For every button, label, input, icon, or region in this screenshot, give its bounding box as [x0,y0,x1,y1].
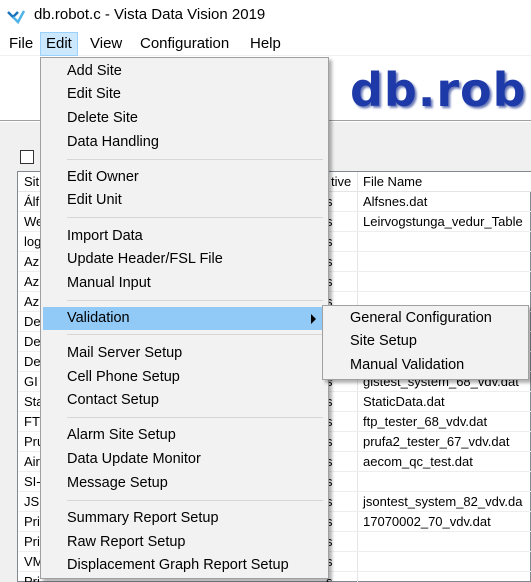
menu-separator [67,159,323,160]
edit-menu: Add Site Edit Site Delete Site Data Hand… [40,57,329,579]
header-site[interactable]: Sit [24,174,39,189]
menu-item-edit-owner[interactable]: Edit Owner [43,166,139,189]
menu-item-contact-setup[interactable]: Contact Setup [43,389,159,412]
header-active[interactable]: tive [331,174,351,189]
cell-active: s [326,394,333,409]
window-title: db.robot.c - Vista Data Vision 2019 [34,6,266,23]
menu-item-manual-validation[interactable]: Manual Validation [325,354,526,377]
cell-file-name: Leirvogstunga_vedur_Table [363,214,523,229]
menu-separator [67,500,323,501]
menu-item-displacement-graph-report-setup[interactable]: Displacement Graph Report Setup [43,554,289,577]
menu-item-edit-site[interactable]: Edit Site [43,83,121,106]
title-bar: db.robot.c - Vista Data Vision 2019 [0,0,531,32]
cell-active: s [326,194,333,209]
menu-item-manual-input[interactable]: Manual Input [43,272,151,295]
cell-active: s [326,514,333,529]
cell-file-name: aecom_qc_test.dat [363,454,473,469]
menu-separator [67,300,323,301]
menu-item-cell-phone-setup[interactable]: Cell Phone Setup [43,366,180,389]
cell-active: s [326,234,333,249]
menu-item-summary-report-setup[interactable]: Summary Report Setup [43,507,219,530]
submenu-arrow-icon [311,314,316,324]
menu-item-alarm-site-setup[interactable]: Alarm Site Setup [43,424,176,447]
menu-item-validation-label: Validation [67,310,130,326]
menu-item-data-handling[interactable]: Data Handling [43,131,159,154]
cell-file-name: 17070002_70_vdv.dat [363,514,491,529]
cell-active: s [326,574,333,582]
validation-submenu: General Configuration Site Setup Manual … [322,305,529,380]
menu-separator [67,217,323,218]
menu-item-add-site[interactable]: Add Site [43,60,122,83]
db-robot-logo: db.rob [350,63,527,117]
menu-item-data-update-monitor[interactable]: Data Update Monitor [43,448,201,471]
cell-file-name: jsontest_system_82_vdv.da [363,494,523,509]
menu-item-update-header[interactable]: Update Header/FSL File [43,248,223,271]
cell-active: s [326,434,333,449]
menu-separator [67,334,323,335]
cell-active: s [326,474,333,489]
menu-item-site-setup[interactable]: Site Setup [325,330,526,353]
cell-active: s [326,494,333,509]
select-all-checkbox[interactable] [20,150,34,164]
header-file-name[interactable]: File Name [363,174,422,189]
app-logo-icon [7,10,26,25]
menu-item-raw-report-setup[interactable]: Raw Report Setup [43,531,185,554]
menu-bar: File Edit View Configuration Help [0,32,531,56]
cell-active: s [326,534,333,549]
menu-item-message-setup[interactable]: Message Setup [43,472,168,495]
menu-file[interactable]: File [4,32,38,56]
cell-file-name: ftp_tester_68_vdv.dat [363,414,488,429]
menu-item-delete-site[interactable]: Delete Site [43,107,138,130]
cell-active: s [326,274,333,289]
cell-active: s [326,414,333,429]
cell-file-name: StaticData.dat [363,394,445,409]
menu-edit[interactable]: Edit [40,32,78,56]
cell-active: s [326,214,333,229]
menu-configuration[interactable]: Configuration [135,32,234,56]
menu-item-import-data[interactable]: Import Data [43,225,143,248]
cell-file-name: Alfsnes.dat [363,194,428,209]
cell-active: s [326,254,333,269]
menu-item-mail-server-setup[interactable]: Mail Server Setup [43,342,182,365]
cell-file-name: prufa2_tester_67_vdv.dat [363,434,510,449]
cell-active: s [326,454,333,469]
menu-help[interactable]: Help [245,32,286,56]
menu-view[interactable]: View [85,32,127,56]
menu-separator [67,417,323,418]
menu-item-edit-unit[interactable]: Edit Unit [43,189,122,212]
cell-active: s [326,554,333,569]
menu-item-validation[interactable]: Validation [43,307,326,330]
menu-item-general-configuration[interactable]: General Configuration [325,307,526,330]
